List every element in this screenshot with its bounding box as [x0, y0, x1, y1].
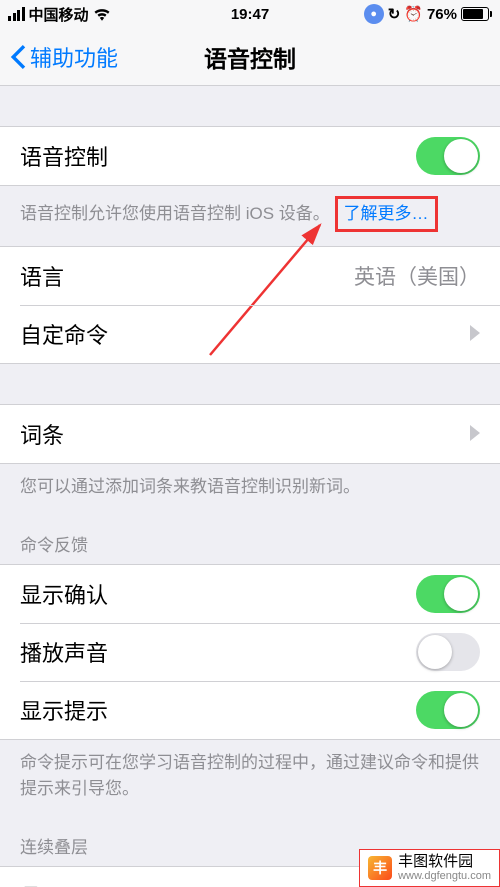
voice-footer-text: 语音控制允许您使用语音控制 iOS 设备。 — [20, 204, 330, 223]
signal-icon — [8, 7, 25, 21]
back-label: 辅助功能 — [30, 41, 118, 73]
vocab-group: 词条 — [0, 404, 500, 464]
status-time: 19:47 — [231, 6, 269, 23]
nav-bar: 辅助功能 语音控制 — [0, 28, 500, 86]
chevron-left-icon — [10, 45, 26, 69]
custom-commands-cell[interactable]: 自定命令 — [0, 305, 500, 363]
battery-icon — [461, 7, 492, 21]
show-confirm-switch[interactable] — [416, 575, 480, 613]
alarm-icon: ⏰ — [404, 5, 423, 23]
chevron-right-icon — [470, 421, 480, 447]
voice-control-label: 语音控制 — [20, 140, 108, 172]
wifi-icon — [93, 7, 111, 21]
orientation-lock-icon: ↻ — [388, 5, 401, 23]
show-hints-label: 显示提示 — [20, 694, 108, 726]
feedback-group: 显示确认 播放声音 显示提示 — [0, 564, 500, 740]
chevron-right-icon — [470, 321, 480, 347]
vocab-cell[interactable]: 词条 — [0, 405, 500, 463]
show-hints-cell: 显示提示 — [0, 681, 500, 739]
watermark: 丰 丰图软件园 www.dgfengtu.com — [359, 849, 500, 887]
status-right: ● ↻ ⏰ 76% — [364, 4, 492, 24]
mic-icon: ● — [364, 4, 384, 24]
carrier-label: 中国移动 — [29, 4, 89, 25]
feedback-footer: 命令提示可在您学习语音控制的过程中，通过建议命令和提供提示来引导您。 — [0, 740, 500, 815]
voice-control-cell: 语音控制 — [0, 127, 500, 185]
vocab-label: 词条 — [20, 418, 64, 450]
show-confirm-label: 显示确认 — [20, 578, 108, 610]
learn-more-link[interactable]: 了解更多… — [344, 204, 429, 223]
play-sound-cell: 播放声音 — [0, 623, 500, 681]
voice-control-switch[interactable] — [416, 137, 480, 175]
play-sound-label: 播放声音 — [20, 636, 108, 668]
play-sound-switch[interactable] — [416, 633, 480, 671]
vocab-footer: 您可以通过添加词条来教语音控制识别新词。 — [0, 464, 500, 514]
watermark-url: www.dgfengtu.com — [398, 870, 491, 882]
status-left: 中国移动 — [8, 4, 111, 25]
watermark-name: 丰图软件园 — [398, 854, 491, 871]
custom-commands-label: 自定命令 — [20, 318, 108, 350]
show-confirm-cell: 显示确认 — [0, 565, 500, 623]
page-title: 语音控制 — [204, 40, 296, 74]
voice-control-group: 语音控制 — [0, 126, 500, 186]
back-button[interactable]: 辅助功能 — [0, 41, 118, 73]
language-cell[interactable]: 语言 英语（美国） — [0, 247, 500, 305]
watermark-logo: 丰 — [368, 856, 392, 880]
overlay-label: 叠层 — [20, 880, 64, 887]
battery-percent: 76% — [427, 6, 457, 23]
feedback-header: 命令反馈 — [0, 513, 500, 564]
language-group: 语言 英语（美国） 自定命令 — [0, 246, 500, 364]
status-bar: 中国移动 19:47 ● ↻ ⏰ 76% — [0, 0, 500, 28]
voice-control-footer: 语音控制允许您使用语音控制 iOS 设备。 了解更多… — [0, 186, 500, 246]
language-label: 语言 — [20, 260, 64, 292]
highlight-box: 了解更多… — [335, 196, 438, 232]
show-hints-switch[interactable] — [416, 691, 480, 729]
language-value: 英语（美国） — [354, 261, 480, 291]
